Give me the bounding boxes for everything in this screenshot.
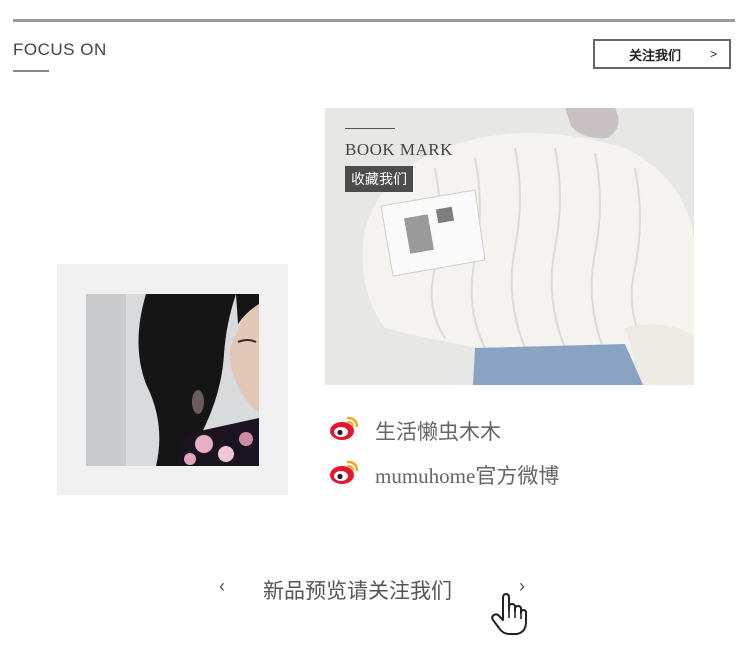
weibo-icon — [329, 458, 359, 491]
weibo-link-1-label: 生活懒虫木木 — [375, 419, 501, 444]
weibo-link-2-label: mumuhome官方微博 — [375, 463, 560, 488]
prev-arrow[interactable]: ‹ — [219, 576, 225, 597]
weibo-icon — [329, 414, 359, 447]
bookmark-hero-image[interactable]: BOOK MARK 收藏我们 — [325, 108, 694, 385]
portrait-photo[interactable] — [86, 294, 259, 466]
portrait-frame — [57, 264, 288, 495]
bookmark-title: BOOK MARK — [345, 140, 453, 159]
footer-nav-text: 新品预览请关注我们 — [263, 580, 452, 603]
weibo-link-2[interactable]: mumuhome官方微博 — [329, 458, 559, 491]
chevron-right-icon: > — [709, 47, 717, 61]
hand-pointer-icon — [489, 592, 529, 636]
weibo-link-1[interactable]: 生活懒虫木木 — [329, 414, 501, 447]
follow-us-label: 关注我们 — [629, 47, 682, 63]
follow-us-button[interactable]: 关注我们 > — [593, 39, 731, 69]
footer-nav: ‹ 新品预览请关注我们 › — [0, 574, 750, 604]
bookmark-badge[interactable]: 收藏我们 — [345, 166, 413, 192]
top-divider — [13, 19, 735, 22]
title-underline — [13, 70, 49, 72]
section-title: FOCUS ON — [13, 40, 107, 59]
bookmark-accent-line — [345, 128, 395, 129]
